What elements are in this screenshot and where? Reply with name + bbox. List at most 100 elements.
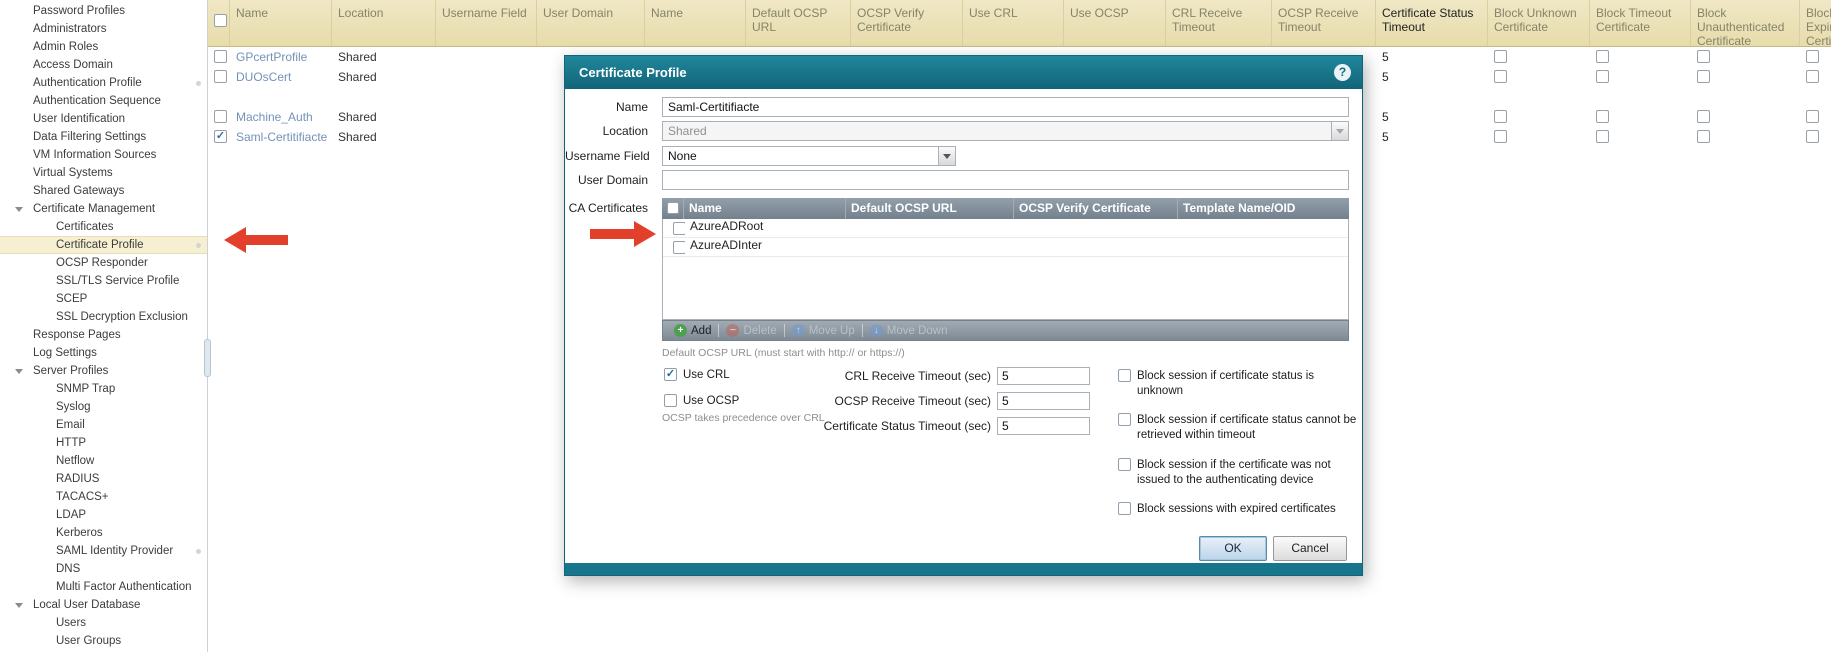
ok-button[interactable]: OK [1199,536,1267,561]
certificate-status-timeout-input[interactable] [997,417,1090,435]
sidebar-item-http[interactable]: HTTP [0,434,207,452]
use-crl-checkbox[interactable] [664,368,677,381]
block-expired-checkbox[interactable] [1118,502,1131,515]
sidebar-item-log-settings[interactable]: Log Settings [0,344,207,362]
ca-column-default-ocsp-url[interactable]: Default OCSP URL [846,198,1014,219]
block-not-issued-option[interactable]: Block session if the certificate was not… [1118,458,1331,488]
row-checkbox[interactable] [214,110,227,123]
block-unauth-cell [1691,67,1800,87]
sidebar-item-user-identification[interactable]: User Identification [0,110,207,128]
sidebar-item-certificate-profile[interactable]: Certificate Profile [0,236,207,254]
ca-cert-name[interactable]: AzureADInter [685,238,847,256]
ca-table-row[interactable]: AzureADInter [663,238,1348,257]
sidebar-group-local-user-database[interactable]: Local User Database [0,596,207,614]
column-header-use-ocsp[interactable]: Use OCSP [1064,0,1166,46]
collapse-triangle-icon[interactable] [15,207,23,212]
block-not-retrieved-option[interactable]: Block session if certificate status cann… [1118,413,1356,443]
sidebar-item-radius[interactable]: RADIUS [0,470,207,488]
ca-select-all-checkbox[interactable] [667,202,679,214]
column-header-default-ocsp-url[interactable]: Default OCSP URL [746,0,851,46]
column-header-ocsp-verify-certificate[interactable]: OCSP Verify Certificate [851,0,963,46]
sidebar-item-administrators[interactable]: Administrators [0,20,207,38]
sidebar-item-ssl-tls-service-profile[interactable]: SSL/TLS Service Profile [0,272,207,290]
profile-name-link[interactable]: GPcertProfile [230,47,332,67]
sidebar-item-saml-identity-provider[interactable]: SAML Identity Provider [0,542,207,560]
sidebar-item-authentication-profile[interactable]: Authentication Profile [0,74,207,92]
block-not-issued-checkbox[interactable] [1118,458,1131,471]
sidebar-group-certificate-management[interactable]: Certificate Management [0,200,207,218]
column-header-block-expired-certificate[interactable]: Block Expired Certificate [1800,0,1831,46]
sidebar-item-email[interactable]: Email [0,416,207,434]
block-expired-option[interactable]: Block sessions with expired certificates [1118,502,1336,517]
sidebar-item-ssl-decryption-exclusion[interactable]: SSL Decryption Exclusion [0,308,207,326]
column-header-ca-name[interactable]: Name [645,0,746,46]
sidebar-item-user-groups[interactable]: User Groups [0,632,207,650]
column-header-user-domain[interactable]: User Domain [537,0,645,46]
sidebar-item-scep[interactable]: SCEP [0,290,207,308]
use-crl-option[interactable]: Use CRL [664,368,730,383]
use-ocsp-option[interactable]: Use OCSP [664,394,739,409]
column-header-certificate-status-timeout[interactable]: Certificate Status Timeout [1376,0,1488,46]
row-checkbox[interactable] [214,70,227,83]
column-header-block-unknown-certificate[interactable]: Block Unknown Certificate [1488,0,1590,46]
row-checkbox[interactable] [214,50,227,63]
sidebar-item-syslog[interactable]: Syslog [0,398,207,416]
ca-column-ocsp-verify-certificate[interactable]: OCSP Verify Certificate [1014,198,1178,219]
user-domain-input[interactable] [662,170,1349,190]
sidebar-item-data-filtering-settings[interactable]: Data Filtering Settings [0,128,207,146]
sidebar-item-certificates[interactable]: Certificates [0,218,207,236]
column-header-crl-receive-timeout[interactable]: CRL Receive Timeout [1166,0,1272,46]
use-ocsp-checkbox[interactable] [664,394,677,407]
username-field-select[interactable]: None [662,146,956,166]
sidebar-item-access-domain[interactable]: Access Domain [0,56,207,74]
ca-column-template-name-oid[interactable]: Template Name/OID [1178,198,1349,219]
sidebar-item-kerberos[interactable]: Kerberos [0,524,207,542]
collapse-triangle-icon[interactable] [15,603,23,608]
sidebar-item-response-pages[interactable]: Response Pages [0,326,207,344]
profile-name-link[interactable]: DUOsCert [230,67,332,87]
sidebar-item-ocsp-responder[interactable]: OCSP Responder [0,254,207,272]
ocsp-receive-timeout-input[interactable] [997,392,1090,410]
sidebar-item-dns[interactable]: DNS [0,560,207,578]
sidebar-item-tacacs[interactable]: TACACS+ [0,488,207,506]
ca-column-name[interactable]: Name [684,198,846,219]
help-icon[interactable]: ? [1334,64,1351,81]
profile-name-link[interactable]: Saml-Certitifiacte [230,127,332,147]
chevron-down-icon[interactable] [938,147,955,165]
column-header-block-unauthenticated-certificate[interactable]: Block Unauthenticated Certificate [1691,0,1800,46]
sidebar-item-users[interactable]: Users [0,614,207,632]
sidebar-item-authentication-sequence[interactable]: Authentication Sequence [0,92,207,110]
sidebar-group-server-profiles[interactable]: Server Profiles [0,362,207,380]
select-all-checkbox[interactable] [214,14,227,27]
block-unknown-checkbox[interactable] [1118,369,1131,382]
block-unknown-option[interactable]: Block session if certificate status is u… [1118,369,1314,399]
add-button[interactable]: + Add [667,321,718,340]
ca-table-row[interactable]: AzureADRoot [663,219,1348,238]
sidebar-item-multi-factor-authentication[interactable]: Multi Factor Authentication [0,578,207,596]
sidebar-item-netflow[interactable]: Netflow [0,452,207,470]
sidebar-item-virtual-systems[interactable]: Virtual Systems [0,164,207,182]
column-header-location[interactable]: Location [332,0,436,46]
column-header-name[interactable]: Name [230,0,332,46]
sidebar-item-admin-roles[interactable]: Admin Roles [0,38,207,56]
crl-receive-timeout-input[interactable] [997,367,1090,385]
sidebar-item-password-profiles[interactable]: Password Profiles [0,2,207,20]
column-header-block-timeout-certificate[interactable]: Block Timeout Certificate [1590,0,1691,46]
column-header-use-crl[interactable]: Use CRL [963,0,1064,46]
profile-name-link[interactable]: Machine_Auth [230,107,332,127]
column-header-username-field[interactable]: Username Field [436,0,537,46]
sidebar-item-ldap[interactable]: LDAP [0,506,207,524]
collapse-triangle-icon[interactable] [15,369,23,374]
block-not-retrieved-checkbox[interactable] [1118,413,1131,426]
sidebar-item-snmp-trap[interactable]: SNMP Trap [0,380,207,398]
sidebar-item-vm-information-sources[interactable]: VM Information Sources [0,146,207,164]
ca-cert-name[interactable]: AzureADRoot [685,219,847,237]
ca-row-checkbox[interactable] [673,222,685,235]
sidebar-collapse-handle[interactable] [204,339,211,377]
ca-row-checkbox[interactable] [673,241,685,254]
sidebar-item-shared-gateways[interactable]: Shared Gateways [0,182,207,200]
name-input[interactable] [662,97,1349,117]
row-checkbox[interactable] [214,130,227,143]
cancel-button[interactable]: Cancel [1273,536,1347,561]
column-header-ocsp-receive-timeout[interactable]: OCSP Receive Timeout [1272,0,1376,46]
